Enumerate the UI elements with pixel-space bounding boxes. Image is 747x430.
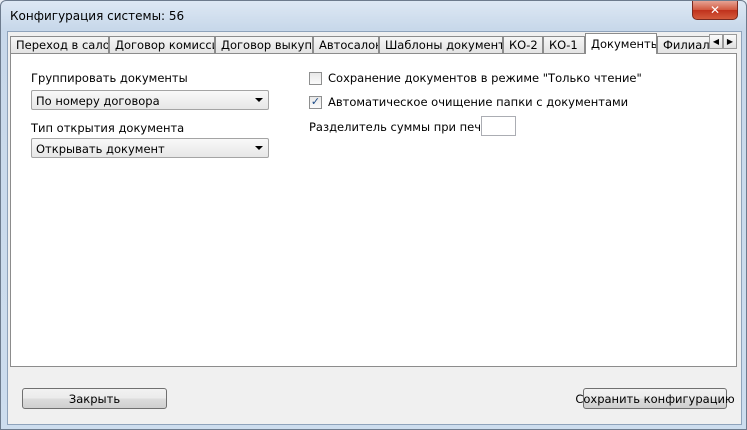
tab-label: Филиалы bbox=[663, 38, 710, 52]
readonly-checkbox[interactable] bbox=[309, 72, 322, 85]
tab-transfer-to-salon[interactable]: Переход в салон bbox=[10, 36, 109, 53]
chevron-left-icon: ◀ bbox=[712, 37, 720, 46]
window-title: Конфигурация системы: 56 bbox=[10, 9, 185, 23]
window-close-button[interactable]: ✕ bbox=[692, 1, 738, 20]
tab-car-dealer[interactable]: Автосалон bbox=[313, 36, 379, 53]
open-type-select[interactable]: Открывать документ bbox=[31, 138, 269, 158]
tab-label: Переход в салон bbox=[16, 38, 109, 52]
tab-scroll-left-button[interactable]: ◀ bbox=[709, 34, 723, 49]
sum-separator-label: Разделитель суммы при печати bbox=[309, 120, 503, 134]
tab-commission-contract[interactable]: Договор комиссии bbox=[109, 36, 215, 53]
title-bar[interactable]: Конфигурация системы: 56 ✕ bbox=[1, 1, 746, 31]
tab-label: Договор комиссии bbox=[115, 38, 214, 52]
group-documents-value: По номеру договора bbox=[36, 94, 160, 108]
readonly-label: Сохранение документов в режиме "Только ч… bbox=[328, 71, 642, 85]
tab-branches[interactable]: Филиалы bbox=[657, 36, 710, 53]
tab-document-templates[interactable]: Шаблоны документов bbox=[379, 36, 503, 53]
save-button-label: Сохранить конфигурацию bbox=[575, 391, 735, 406]
tab-ko-2[interactable]: КО-2 bbox=[503, 36, 543, 53]
close-button-label: Закрыть bbox=[68, 391, 121, 406]
window-client-area: Переход в салон Договор комиссии Договор… bbox=[7, 31, 742, 425]
close-button[interactable]: Закрыть bbox=[22, 388, 167, 409]
tab-documents[interactable]: Документы bbox=[585, 33, 657, 54]
autoclean-checkbox[interactable]: ✓ bbox=[309, 95, 322, 109]
tab-label: КО-2 bbox=[509, 38, 538, 52]
chevron-down-icon bbox=[255, 98, 263, 102]
group-documents-label: Группировать документы bbox=[31, 71, 188, 85]
documents-tab-page: Группировать документы По номеру договор… bbox=[10, 53, 737, 367]
tab-strip: Переход в салон Договор комиссии Договор… bbox=[10, 33, 710, 54]
autoclean-label: Автоматическое очищение папки с документ… bbox=[328, 95, 629, 109]
open-type-label: Тип открытия документа bbox=[31, 121, 185, 135]
chevron-down-icon bbox=[255, 146, 263, 150]
save-configuration-button[interactable]: Сохранить конфигурацию bbox=[575, 388, 735, 409]
checkmark-icon: ✓ bbox=[310, 95, 321, 108]
tab-label: Автосалон bbox=[319, 38, 379, 52]
tab-label: Документы bbox=[591, 37, 657, 51]
tab-buyout-contract[interactable]: Договор выкупа bbox=[215, 36, 313, 53]
tab-label: КО-1 bbox=[549, 38, 578, 52]
group-documents-select[interactable]: По номеру договора bbox=[31, 90, 269, 110]
open-type-value: Открывать документ bbox=[36, 142, 165, 156]
tab-scroll-right-button[interactable]: ▶ bbox=[723, 34, 737, 49]
configuration-window: Конфигурация системы: 56 ✕ Переход в сал… bbox=[0, 0, 747, 430]
sum-separator-input[interactable] bbox=[481, 116, 516, 136]
tab-label: Договор выкупа bbox=[221, 38, 313, 52]
tab-label: Шаблоны документов bbox=[385, 38, 502, 52]
chevron-right-icon: ▶ bbox=[726, 37, 734, 46]
close-icon: ✕ bbox=[709, 3, 721, 17]
tab-ko-1[interactable]: КО-1 bbox=[543, 36, 585, 53]
